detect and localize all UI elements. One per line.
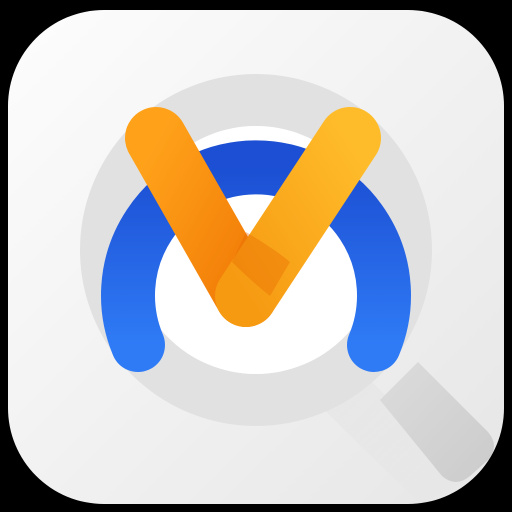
app-icon[interactable] bbox=[0, 0, 512, 512]
app-icon-graphic bbox=[8, 10, 504, 504]
icon-canvas bbox=[0, 0, 512, 512]
